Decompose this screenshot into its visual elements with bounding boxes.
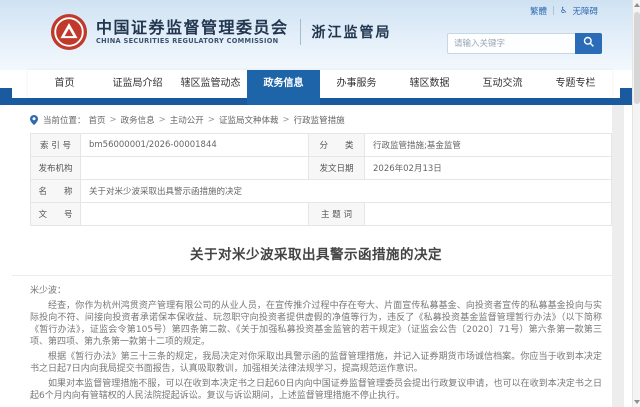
accessibility-link[interactable]: 无障碍 — [572, 5, 598, 17]
csrc-logo-icon — [50, 13, 88, 51]
breadcrumb-home[interactable]: 首页 — [89, 114, 106, 126]
page-title: 关于对米少波采取出具警示函措施的决定 — [190, 247, 442, 263]
meta-issuer-value — [80, 156, 309, 180]
traditional-chinese-link[interactable]: 繁體 — [530, 5, 547, 17]
meta-name-value: 关于对米少波采取出具警示函措施的决定 — [80, 179, 612, 203]
breadcrumb-separator: > — [282, 115, 290, 125]
meta-category-label: 分 类 — [308, 133, 365, 157]
meta-docno-value — [80, 202, 309, 226]
document-meta-table: 索 引 号 bm56000001/2026-00001844 分 类 行政监管措… — [30, 133, 612, 226]
document-paragraph: 经查，你作为杭州鸿贯资产管理有限公司的从业人员，在宣传推介过程中存在夸大、片面宣… — [30, 301, 602, 348]
meta-subject-label: 主 题 词 — [308, 202, 365, 226]
meta-date-value: 2026年02月13日 — [364, 156, 612, 180]
breadcrumb-active-disclosure[interactable]: 主动公开 — [170, 114, 204, 126]
scroll-up-icon[interactable] — [633, 3, 640, 7]
bureau-name: 浙江监管局 — [311, 25, 392, 41]
main-nav: 首页 证监局介绍 辖区监管动态 政务信息 办事服务 辖区数据 互动交流 专题专栏 — [28, 70, 612, 105]
brand-divider — [299, 19, 301, 45]
top-links-divider: | — [551, 6, 555, 16]
nav-item-regulatory-news[interactable]: 辖区监管动态 — [174, 70, 247, 98]
nav-item-gov-info[interactable]: 政务信息 — [247, 70, 320, 105]
vertical-scrollbar[interactable] — [632, 0, 640, 407]
breadcrumb: 当前位置： 首页 > 政务信息 > 主动公开 > 证监局文种体裁 > 行政监管措… — [0, 105, 632, 133]
table-row: 文 号 主 题 词 — [30, 202, 612, 226]
breadcrumb-admin-measures[interactable]: 行政监管措施 — [294, 114, 345, 126]
meta-issuer-label: 发布机构 — [30, 156, 81, 180]
breadcrumb-separator: > — [207, 115, 215, 125]
search-input[interactable] — [447, 33, 575, 54]
nav-item-interaction[interactable]: 互动交流 — [466, 70, 539, 98]
search-icon — [583, 36, 595, 51]
document-body: 米少波： 经查，你作为杭州鸿贯资产管理有限公司的从业人员，在宣传推介过程中存在夸… — [30, 285, 602, 402]
site-search — [447, 33, 602, 54]
location-pin-icon — [30, 115, 38, 125]
breadcrumb-doc-genre[interactable]: 证监局文种体裁 — [219, 114, 279, 126]
site-header: 繁體 | ♿ 无障碍 中国证券监督管理委员会 CHINA SECURITIES … — [0, 0, 632, 70]
accessibility-icon: ♿ — [559, 6, 568, 16]
breadcrumb-separator: > — [158, 115, 166, 125]
main-nav-wrap: 首页 证监局介绍 辖区监管动态 政务信息 办事服务 辖区数据 互动交流 专题专栏 — [0, 70, 632, 105]
table-row: 发布机构 发文日期 2026年02月13日 — [30, 156, 612, 180]
scrollbar-thumb[interactable] — [633, 12, 640, 104]
org-name-en: CHINA SECURITIES REGULATORY COMMISSION — [96, 37, 279, 45]
breadcrumb-gov-info[interactable]: 政务信息 — [121, 114, 155, 126]
nav-item-home[interactable]: 首页 — [28, 70, 101, 98]
top-utility-links: 繁體 | ♿ 无障碍 — [530, 5, 598, 17]
document-paragraph: 根据《暂行办法》第三十三条的规定，我局决定对你采取出具警示函的监督管理措施，并记… — [30, 352, 602, 375]
meta-name-label: 名 称 — [30, 179, 81, 203]
nav-left-cap — [0, 88, 12, 105]
title-divider — [12, 275, 620, 276]
document-paragraph: 如果对本监督管理措施不服，可以在收到本决定书之日起60日内向中国证券监督管理委员… — [30, 379, 602, 402]
nav-item-bureau-intro[interactable]: 证监局介绍 — [101, 70, 174, 98]
breadcrumb-separator: > — [109, 115, 117, 125]
brand-text: 中国证券监督管理委员会 CHINA SECURITIES REGULATORY … — [96, 18, 289, 46]
site-brand[interactable]: 中国证券监督管理委员会 CHINA SECURITIES REGULATORY … — [50, 13, 392, 51]
table-row: 名 称 关于对米少波采取出具警示函措施的决定 — [30, 179, 612, 203]
meta-docno-label: 文 号 — [30, 202, 81, 226]
meta-date-label: 发文日期 — [308, 156, 365, 180]
nav-item-special-topics[interactable]: 专题专栏 — [539, 70, 612, 98]
search-button[interactable] — [575, 33, 602, 54]
right-gutter — [612, 105, 624, 407]
meta-subject-value — [364, 202, 612, 226]
meta-index-label: 索 引 号 — [30, 133, 81, 157]
nav-item-district-data[interactable]: 辖区数据 — [393, 70, 466, 98]
meta-category-value: 行政监管措施;基金监管 — [364, 133, 612, 157]
page: 繁體 | ♿ 无障碍 中国证券监督管理委员会 CHINA SECURITIES … — [0, 0, 632, 407]
table-row: 索 引 号 bm56000001/2026-00001844 分 类 行政监管措… — [30, 133, 612, 157]
nav-item-services[interactable]: 办事服务 — [320, 70, 393, 98]
meta-index-value: bm56000001/2026-00001844 — [80, 133, 309, 157]
nav-right-cap — [620, 88, 632, 105]
scroll-down-icon[interactable] — [633, 400, 640, 404]
document-salutation: 米少波： — [30, 286, 67, 296]
breadcrumb-prefix: 当前位置： — [43, 116, 86, 126]
org-name-cn: 中国证券监督管理委员会 — [96, 18, 289, 37]
